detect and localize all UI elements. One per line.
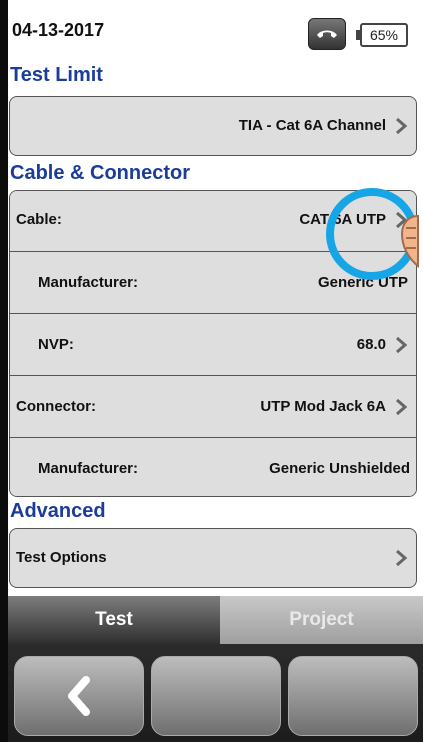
test-limit-value: TIA - Cat 6A Channel [238, 117, 386, 134]
softkey-right[interactable] [288, 656, 418, 736]
screen-bezel-left [0, 0, 8, 742]
section-title-advanced: Advanced [10, 500, 106, 522]
softkey-middle[interactable] [151, 656, 281, 736]
device-screen: 04-13-2017 65% Test Limit TIA - Cat 6A C… [0, 0, 423, 742]
section-title-cable-connector: Cable & Connector [10, 162, 191, 184]
hand-pointer-icon [400, 214, 419, 269]
date-text: 04-13-2017 [12, 20, 105, 40]
status-bar: 04-13-2017 65% [8, 0, 423, 62]
nvp-row[interactable]: NVP: 68.0 [10, 313, 416, 375]
chevron-right-icon [394, 117, 408, 135]
connector-manufacturer-label: Manufacturer: [38, 460, 139, 477]
tab-project[interactable]: Project [220, 596, 423, 644]
connector-value: UTP Mod Jack 6A [260, 398, 386, 415]
tab-test[interactable]: Test [8, 596, 220, 644]
test-options-row[interactable]: Test Options [9, 528, 417, 588]
connector-manufacturer-row[interactable]: Manufacturer: Generic Unshielded [10, 437, 416, 496]
connector-label: Connector: [16, 398, 96, 415]
connector-row[interactable]: Connector: UTP Mod Jack 6A [10, 375, 416, 437]
test-options-label: Test Options [16, 549, 107, 566]
chevron-right-icon [394, 336, 408, 354]
back-button[interactable] [14, 656, 144, 736]
softkey-bar [8, 644, 423, 742]
nvp-label: NVP: [38, 336, 74, 353]
cable-label: Cable: [16, 211, 62, 228]
section-title-test-limit: Test Limit [10, 64, 103, 86]
phone-icon[interactable] [308, 18, 346, 50]
chevron-right-icon [394, 549, 408, 567]
battery-indicator: 65% [356, 23, 408, 47]
chevron-right-icon [394, 398, 408, 416]
test-limit-row[interactable]: TIA - Cat 6A Channel [9, 96, 417, 156]
cable-manufacturer-label: Manufacturer: [38, 274, 139, 291]
nvp-value: 68.0 [356, 336, 386, 353]
back-chevron-icon [68, 676, 90, 716]
connector-manufacturer-value: Generic Unshielded [269, 460, 410, 477]
bottom-tabs: Test Project [8, 596, 423, 644]
